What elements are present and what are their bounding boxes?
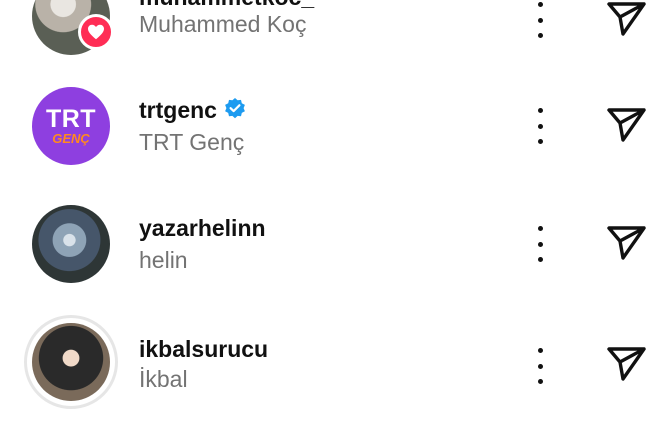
username-text: trtgenc bbox=[139, 97, 217, 123]
avatar[interactable] bbox=[32, 323, 110, 401]
avatar[interactable] bbox=[32, 205, 110, 283]
more-options-icon[interactable] bbox=[528, 348, 552, 384]
avatar[interactable]: TRT GENÇ bbox=[32, 87, 110, 165]
username[interactable]: yazarhelinn bbox=[139, 215, 266, 242]
more-options-icon[interactable] bbox=[528, 226, 552, 262]
list-item[interactable]: TRT GENÇ trtgenc TRT Genç bbox=[0, 78, 672, 196]
heart-badge bbox=[78, 14, 114, 50]
full-name: TRT Genç bbox=[139, 129, 245, 155]
send-icon[interactable] bbox=[604, 343, 648, 383]
full-name: İkbal bbox=[139, 366, 188, 392]
send-icon[interactable] bbox=[604, 104, 648, 144]
avatar-logo-subtext: GENÇ bbox=[52, 130, 90, 146]
more-options-icon[interactable] bbox=[528, 2, 552, 38]
heart-icon bbox=[88, 24, 104, 40]
username[interactable]: trtgenc bbox=[139, 97, 247, 124]
more-options-icon[interactable] bbox=[528, 108, 552, 144]
list-item[interactable]: ikbalsurucu İkbal bbox=[0, 314, 672, 432]
avatar-logo-text: TRT bbox=[45, 104, 97, 133]
full-name: helin bbox=[139, 247, 188, 273]
verified-badge-icon bbox=[225, 98, 245, 119]
username[interactable]: muhammetkoc_ bbox=[139, 0, 314, 11]
send-icon[interactable] bbox=[604, 0, 648, 38]
full-name: Muhammed Koç bbox=[139, 11, 307, 37]
list-item[interactable]: muhammetkoc_ Muhammed Koç bbox=[0, 0, 672, 78]
list-item[interactable]: yazarhelinn helin bbox=[0, 196, 672, 314]
username[interactable]: ikbalsurucu bbox=[139, 336, 268, 363]
send-icon[interactable] bbox=[604, 222, 648, 262]
